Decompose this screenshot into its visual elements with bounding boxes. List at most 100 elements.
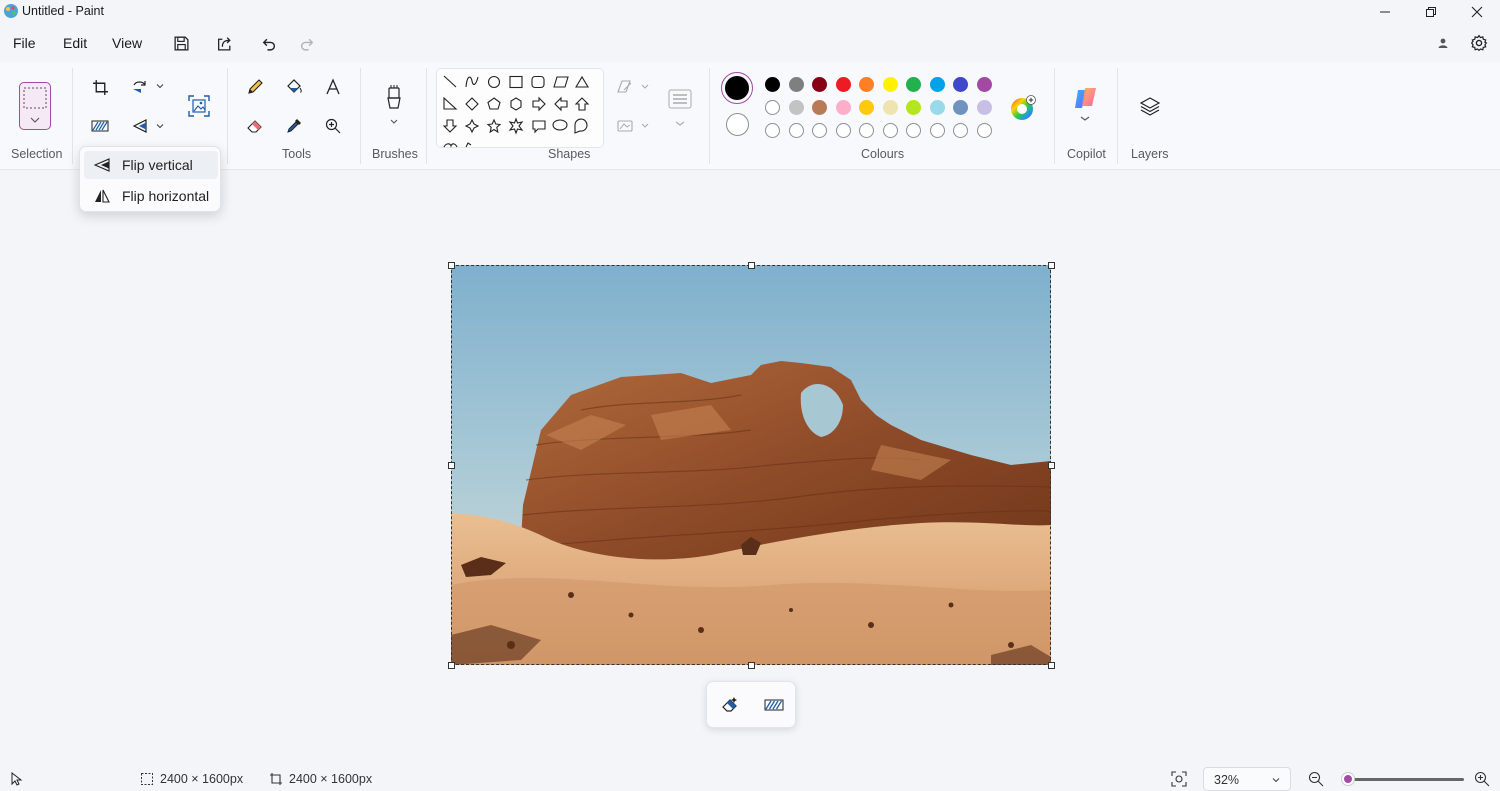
custom-colour-slot[interactable] (953, 123, 968, 138)
pencil-tool[interactable] (243, 75, 267, 99)
colour-swatch[interactable] (835, 100, 851, 115)
colour-swatch[interactable] (812, 77, 827, 92)
flip-button[interactable] (128, 114, 152, 138)
resize-handle-right[interactable] (1048, 462, 1055, 469)
resize-handle-bottom-right[interactable] (1048, 662, 1055, 669)
resize-handle-top[interactable] (748, 262, 755, 269)
resize-handle-bottom[interactable] (748, 662, 755, 669)
brushes-button[interactable] (380, 82, 408, 132)
save-button[interactable] (167, 29, 195, 57)
share-button[interactable] (210, 29, 238, 57)
account-icon (1438, 38, 1448, 48)
remove-background-button[interactable] (88, 114, 112, 138)
eraser-tool[interactable] (243, 114, 267, 138)
generative-erase-button[interactable] (717, 692, 743, 718)
custom-colour-slot[interactable] (812, 123, 827, 138)
colour-swatch[interactable] (929, 100, 945, 115)
canvas-size-icon (270, 773, 282, 785)
custom-colour-slot[interactable] (906, 123, 921, 138)
custom-colour-slot[interactable] (929, 123, 945, 138)
rotate-dropdown[interactable] (153, 79, 167, 93)
remove-background-float-button[interactable] (761, 692, 787, 718)
colour-wheel-icon (1011, 95, 1036, 120)
crop-button[interactable] (88, 75, 112, 99)
fill-tool[interactable] (282, 75, 306, 99)
colour-swatch[interactable] (812, 100, 827, 115)
menu-view[interactable]: View (112, 35, 142, 51)
account-button[interactable] (1429, 29, 1457, 57)
fill-bucket-icon (287, 79, 302, 93)
zoom-slider-thumb[interactable] (1341, 772, 1356, 786)
brushes-group-label: Brushes (372, 147, 418, 161)
colour-swatch[interactable] (882, 77, 898, 92)
colour-swatch[interactable] (953, 77, 968, 92)
colour-swatch[interactable] (788, 77, 804, 92)
fit-to-window-button[interactable] (1168, 768, 1190, 790)
copilot-button[interactable] (1070, 84, 1102, 128)
minimize-button[interactable] (1362, 0, 1408, 24)
zoom-dropdown[interactable]: 32% (1203, 767, 1291, 791)
zoom-in-button[interactable] (1471, 768, 1493, 790)
colour-swatch[interactable] (765, 100, 780, 115)
colour-swatch[interactable] (906, 100, 921, 115)
layers-button[interactable] (1136, 92, 1164, 120)
colour-swatch[interactable] (953, 100, 968, 115)
colour-swatch[interactable] (859, 77, 874, 92)
zoom-slider-track[interactable] (1342, 778, 1464, 781)
rotate-button[interactable] (128, 75, 152, 99)
flip-icon (132, 119, 147, 133)
custom-colour-slot[interactable] (788, 123, 804, 138)
ribbon-divider (360, 68, 361, 164)
undo-button[interactable] (254, 29, 282, 57)
minimize-icon (1380, 11, 1390, 13)
custom-colour-slot[interactable] (859, 123, 874, 138)
primary-colour[interactable] (721, 72, 753, 104)
resize-handle-top-right[interactable] (1048, 262, 1055, 269)
colour-swatch[interactable] (976, 77, 992, 92)
colour-swatch[interactable] (929, 77, 945, 92)
zoom-out-icon (1308, 771, 1324, 787)
shape-fill-icon (617, 120, 649, 132)
menu-file[interactable]: File (13, 35, 36, 51)
custom-colour-slot[interactable] (976, 123, 992, 138)
flip-horizontal-icon (95, 189, 110, 203)
ribbon-divider (426, 68, 427, 164)
eyedropper-icon (287, 119, 301, 133)
text-tool[interactable] (321, 75, 345, 99)
size-button[interactable] (666, 86, 694, 130)
resize-handle-top-left[interactable] (448, 262, 455, 269)
colour-swatch[interactable] (788, 100, 804, 115)
colour-swatch[interactable] (882, 100, 898, 115)
colour-swatch[interactable] (859, 100, 874, 115)
settings-button[interactable] (1465, 29, 1493, 57)
magnifier-tool[interactable] (321, 114, 345, 138)
custom-colour-slot[interactable] (765, 123, 780, 138)
resize-handle-left[interactable] (448, 462, 455, 469)
custom-colour-slot[interactable] (835, 123, 851, 138)
colour-swatch[interactable] (906, 77, 921, 92)
image-generator-button[interactable] (185, 92, 213, 120)
shapes-gallery[interactable] (436, 68, 604, 148)
edit-colours-button[interactable] (1009, 94, 1037, 122)
secondary-colour[interactable] (726, 113, 749, 136)
fill-button[interactable] (614, 115, 654, 137)
selection-button[interactable] (19, 82, 51, 130)
colour-swatch[interactable] (976, 100, 992, 115)
close-icon (1471, 6, 1483, 18)
window-title: Untitled - Paint (22, 4, 104, 18)
close-button[interactable] (1454, 0, 1500, 24)
custom-colour-slot[interactable] (882, 123, 898, 138)
colour-picker-tool[interactable] (282, 114, 306, 138)
redo-button[interactable] (293, 29, 321, 57)
colour-swatch[interactable] (765, 77, 780, 92)
flip-horizontal-item[interactable]: Flip horizontal (84, 182, 218, 210)
restore-button[interactable] (1408, 0, 1454, 24)
rotate-icon (133, 81, 146, 93)
menu-edit[interactable]: Edit (63, 35, 87, 51)
outline-button[interactable] (614, 76, 654, 98)
resize-handle-bottom-left[interactable] (448, 662, 455, 669)
zoom-out-button[interactable] (1305, 768, 1327, 790)
flip-dropdown[interactable] (153, 119, 167, 133)
colour-swatch[interactable] (835, 77, 851, 92)
flip-vertical-item[interactable]: Flip vertical (84, 151, 218, 179)
